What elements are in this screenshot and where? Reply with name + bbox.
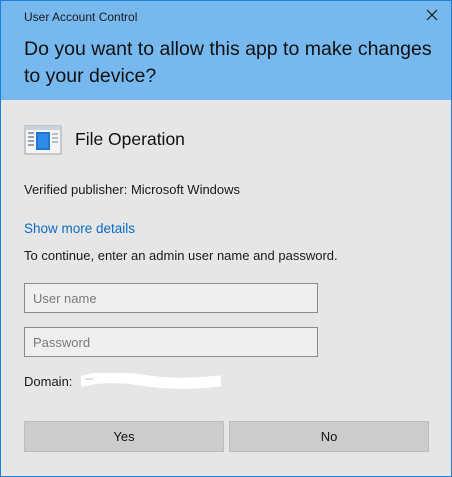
app-name: File Operation xyxy=(75,129,185,149)
dialog-header: User Account Control Do you want to allo… xyxy=(1,1,451,100)
no-button[interactable]: No xyxy=(229,421,429,452)
close-button[interactable] xyxy=(419,5,445,29)
uac-dialog: User Account Control Do you want to allo… xyxy=(0,0,452,477)
uac-question: Do you want to allow this app to make ch… xyxy=(24,38,432,87)
yes-button[interactable]: Yes xyxy=(24,421,224,452)
window-title: User Account Control xyxy=(24,10,138,24)
password-input[interactable] xyxy=(24,327,318,357)
show-more-details-link[interactable]: Show more details xyxy=(24,221,135,236)
domain-value-redacted xyxy=(77,372,225,389)
verified-publisher: Verified publisher: Microsoft Windows xyxy=(24,182,241,197)
username-input[interactable] xyxy=(24,283,318,313)
close-icon xyxy=(426,8,438,26)
domain-label: Domain: xyxy=(24,374,73,389)
file-operation-icon xyxy=(24,125,62,155)
credential-instruction: To continue, enter an admin user name an… xyxy=(24,248,338,263)
